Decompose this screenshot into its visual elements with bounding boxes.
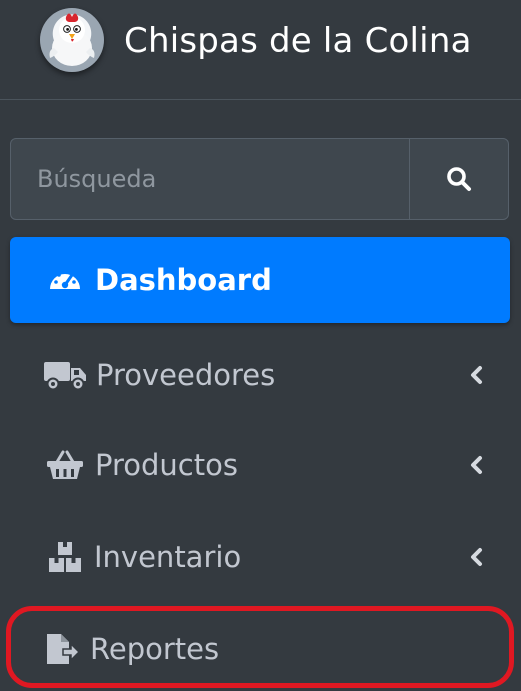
nav-label-reportes: Reportes <box>90 632 220 666</box>
nav-item-productos[interactable]: Productos <box>10 422 510 508</box>
chevron-left-icon <box>471 548 482 566</box>
nav-label-dashboard: Dashboard <box>95 263 272 297</box>
shopping-basket-icon <box>40 447 90 483</box>
nav-item-proveedores[interactable]: Proveedores <box>10 332 510 418</box>
sidebar: Chispas de la Colina Dashboard <box>0 0 521 691</box>
chicken-mascot-icon <box>40 8 104 72</box>
brand-link[interactable]: Chispas de la Colina <box>0 0 521 100</box>
search-icon <box>447 167 471 191</box>
truck-icon <box>40 357 90 393</box>
nav-label-inventario: Inventario <box>94 540 242 574</box>
chevron-left-icon <box>471 456 482 474</box>
nav-item-dashboard[interactable]: Dashboard <box>10 237 510 323</box>
file-export-icon <box>36 631 86 667</box>
tachometer-icon <box>40 262 90 298</box>
search-input[interactable] <box>11 139 409 219</box>
nav-label-productos: Productos <box>95 448 238 482</box>
nav-item-inventario[interactable]: Inventario <box>10 514 510 600</box>
nav-item-reportes[interactable]: Reportes <box>10 606 510 691</box>
brand-title: Chispas de la Colina <box>124 21 472 61</box>
chevron-left-icon <box>471 366 482 384</box>
nav-label-proveedores: Proveedores <box>96 358 276 392</box>
search-button[interactable] <box>409 139 508 219</box>
sidebar-search <box>10 138 509 220</box>
boxes-icon <box>40 539 90 575</box>
